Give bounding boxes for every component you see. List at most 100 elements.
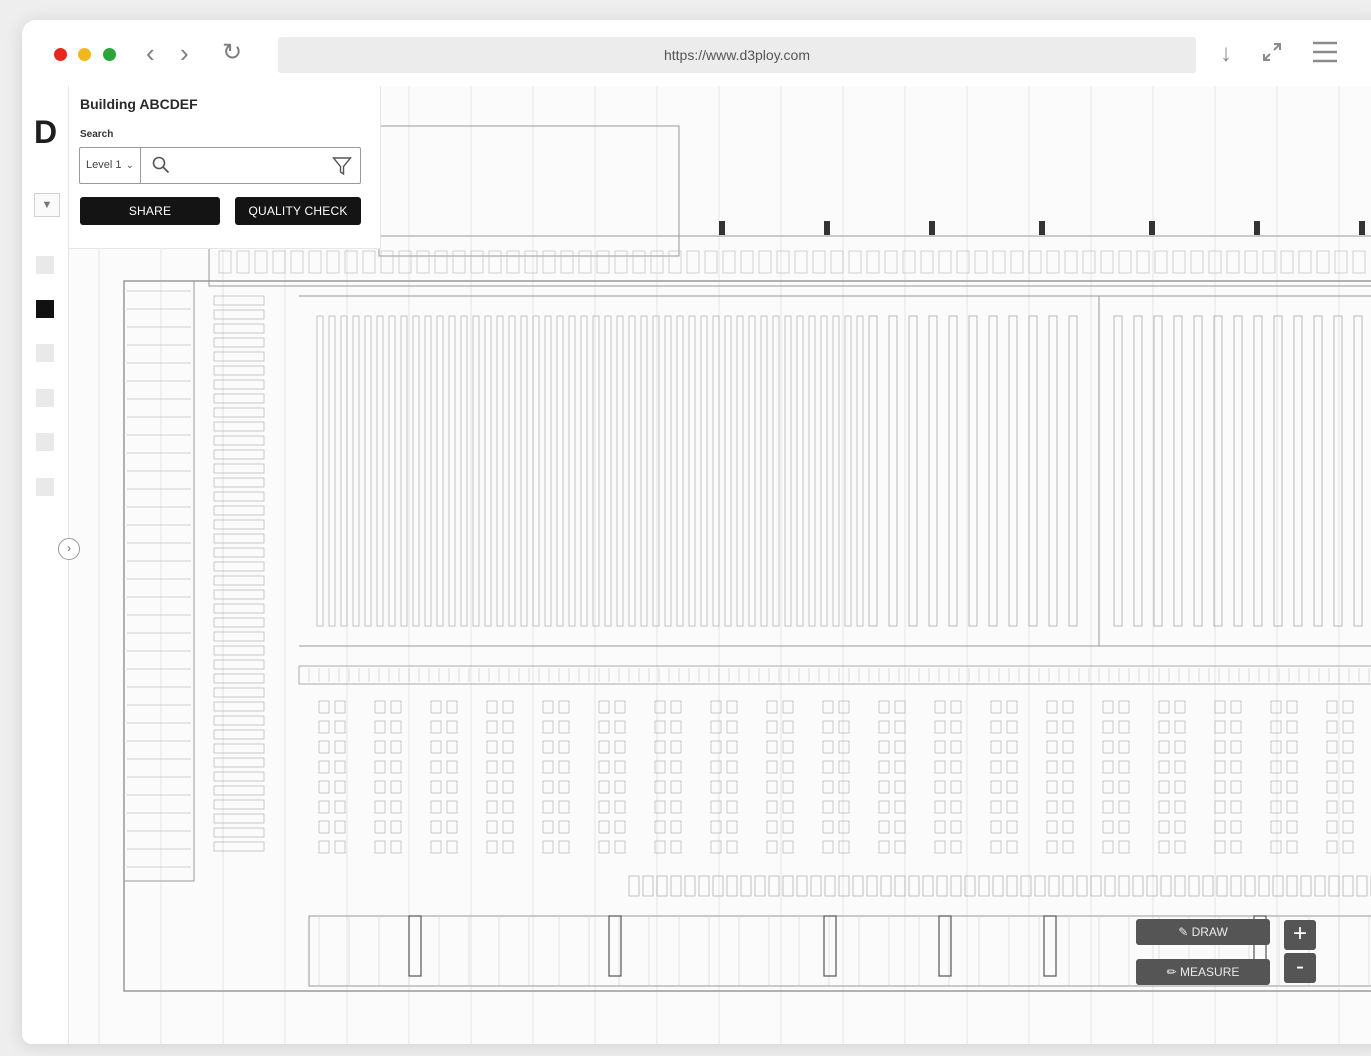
rack-row bbox=[676, 315, 684, 627]
quality-check-button[interactable]: QUALITY CHECK bbox=[235, 197, 361, 225]
measure-button[interactable]: ✏ MEASURE bbox=[1136, 959, 1270, 985]
chevron-left-icon[interactable]: ‹ bbox=[146, 38, 155, 68]
rail-dropdown-button[interactable]: ▼ bbox=[34, 193, 60, 217]
bay-unit bbox=[1262, 250, 1276, 274]
rail-layer-item[interactable] bbox=[36, 433, 54, 451]
workstation bbox=[542, 740, 554, 754]
rail-layer-item-active[interactable] bbox=[36, 300, 54, 318]
hamburger-menu-icon[interactable] bbox=[1312, 40, 1338, 71]
mezzanine-band bbox=[208, 235, 1371, 287]
workstation bbox=[878, 740, 890, 754]
workstation bbox=[1342, 800, 1354, 814]
workstation bbox=[1342, 780, 1354, 794]
storage-slot bbox=[213, 407, 265, 418]
rail-layer-item[interactable] bbox=[36, 256, 54, 274]
workstation bbox=[1006, 800, 1018, 814]
workstation bbox=[1158, 800, 1170, 814]
workstation bbox=[726, 800, 738, 814]
workstation bbox=[934, 720, 946, 734]
workstation bbox=[838, 740, 850, 754]
workstation bbox=[1326, 780, 1338, 794]
workstation bbox=[1118, 840, 1130, 854]
workstation bbox=[990, 760, 1002, 774]
side-rail: D ▼ bbox=[22, 86, 69, 1044]
search-icon[interactable] bbox=[152, 156, 170, 174]
dock-strip bbox=[123, 280, 195, 882]
close-window-button[interactable] bbox=[54, 48, 67, 61]
packing-station bbox=[936, 875, 948, 897]
packing-station bbox=[1034, 875, 1046, 897]
rack-row bbox=[472, 315, 480, 627]
workstation bbox=[782, 760, 794, 774]
packing-station bbox=[1286, 875, 1298, 897]
workstation bbox=[1102, 700, 1114, 714]
workstation bbox=[990, 720, 1002, 734]
rack-row bbox=[628, 315, 636, 627]
workstation bbox=[430, 700, 442, 714]
hatched-ramp bbox=[408, 915, 422, 977]
workstation bbox=[1174, 760, 1186, 774]
workstation bbox=[878, 760, 890, 774]
workstation bbox=[726, 720, 738, 734]
expand-icon[interactable] bbox=[1260, 40, 1284, 71]
draw-button[interactable]: ✎ DRAW bbox=[1136, 919, 1270, 945]
workstation bbox=[502, 780, 514, 794]
workstation bbox=[1062, 840, 1074, 854]
workstation bbox=[934, 740, 946, 754]
workstation bbox=[766, 700, 778, 714]
workstation bbox=[1062, 780, 1074, 794]
workstation bbox=[374, 800, 386, 814]
workstation bbox=[598, 840, 610, 854]
workstation bbox=[614, 800, 626, 814]
reload-icon[interactable]: ↻ bbox=[222, 38, 242, 68]
draw-label: DRAW bbox=[1191, 925, 1228, 939]
workstation bbox=[558, 700, 570, 714]
workstation bbox=[334, 800, 346, 814]
workstation bbox=[1342, 700, 1354, 714]
rack-row bbox=[724, 315, 732, 627]
bay-unit bbox=[1046, 250, 1060, 274]
bay-unit bbox=[380, 250, 394, 274]
bay-unit bbox=[596, 250, 610, 274]
zoom-in-button[interactable]: + bbox=[1284, 920, 1316, 950]
share-button[interactable]: SHARE bbox=[80, 197, 220, 225]
rail-layer-item[interactable] bbox=[36, 344, 54, 362]
workstation bbox=[1174, 820, 1186, 834]
bay-unit bbox=[218, 250, 232, 274]
bay-unit bbox=[740, 250, 754, 274]
rack-row bbox=[820, 315, 828, 627]
search-field[interactable]: Level 1 ⌄ bbox=[79, 147, 361, 184]
rack-row bbox=[1153, 315, 1163, 627]
expand-panel-button[interactable]: › bbox=[58, 538, 80, 560]
filter-icon[interactable] bbox=[332, 156, 352, 176]
rack-row bbox=[832, 315, 840, 627]
chevron-right-icon[interactable]: › bbox=[180, 38, 189, 68]
level-select[interactable]: Level 1 ⌄ bbox=[80, 148, 141, 183]
workstation bbox=[1230, 800, 1242, 814]
bay-unit bbox=[560, 250, 574, 274]
workstation bbox=[486, 800, 498, 814]
workstation bbox=[1286, 840, 1298, 854]
packing-station bbox=[684, 875, 696, 897]
packing-station bbox=[1160, 875, 1172, 897]
packing-station bbox=[992, 875, 1004, 897]
zoom-out-button[interactable]: - bbox=[1284, 953, 1316, 983]
download-arrow-icon[interactable]: ↓ bbox=[1220, 40, 1232, 68]
rail-layer-item[interactable] bbox=[36, 389, 54, 407]
packing-station bbox=[1300, 875, 1312, 897]
workstation bbox=[838, 720, 850, 734]
maximize-window-button[interactable] bbox=[103, 48, 116, 61]
rail-layer-item[interactable] bbox=[36, 478, 54, 496]
workstation bbox=[542, 760, 554, 774]
workstation bbox=[726, 760, 738, 774]
packing-station bbox=[670, 875, 682, 897]
packing-station bbox=[1272, 875, 1284, 897]
workstation bbox=[502, 740, 514, 754]
workstation bbox=[990, 800, 1002, 814]
workstation bbox=[766, 840, 778, 854]
url-bar[interactable]: https://www.d3ploy.com bbox=[278, 37, 1196, 73]
minimize-window-button[interactable] bbox=[78, 48, 91, 61]
storage-slot bbox=[213, 337, 265, 348]
workstation bbox=[334, 840, 346, 854]
rack-row bbox=[424, 315, 432, 627]
